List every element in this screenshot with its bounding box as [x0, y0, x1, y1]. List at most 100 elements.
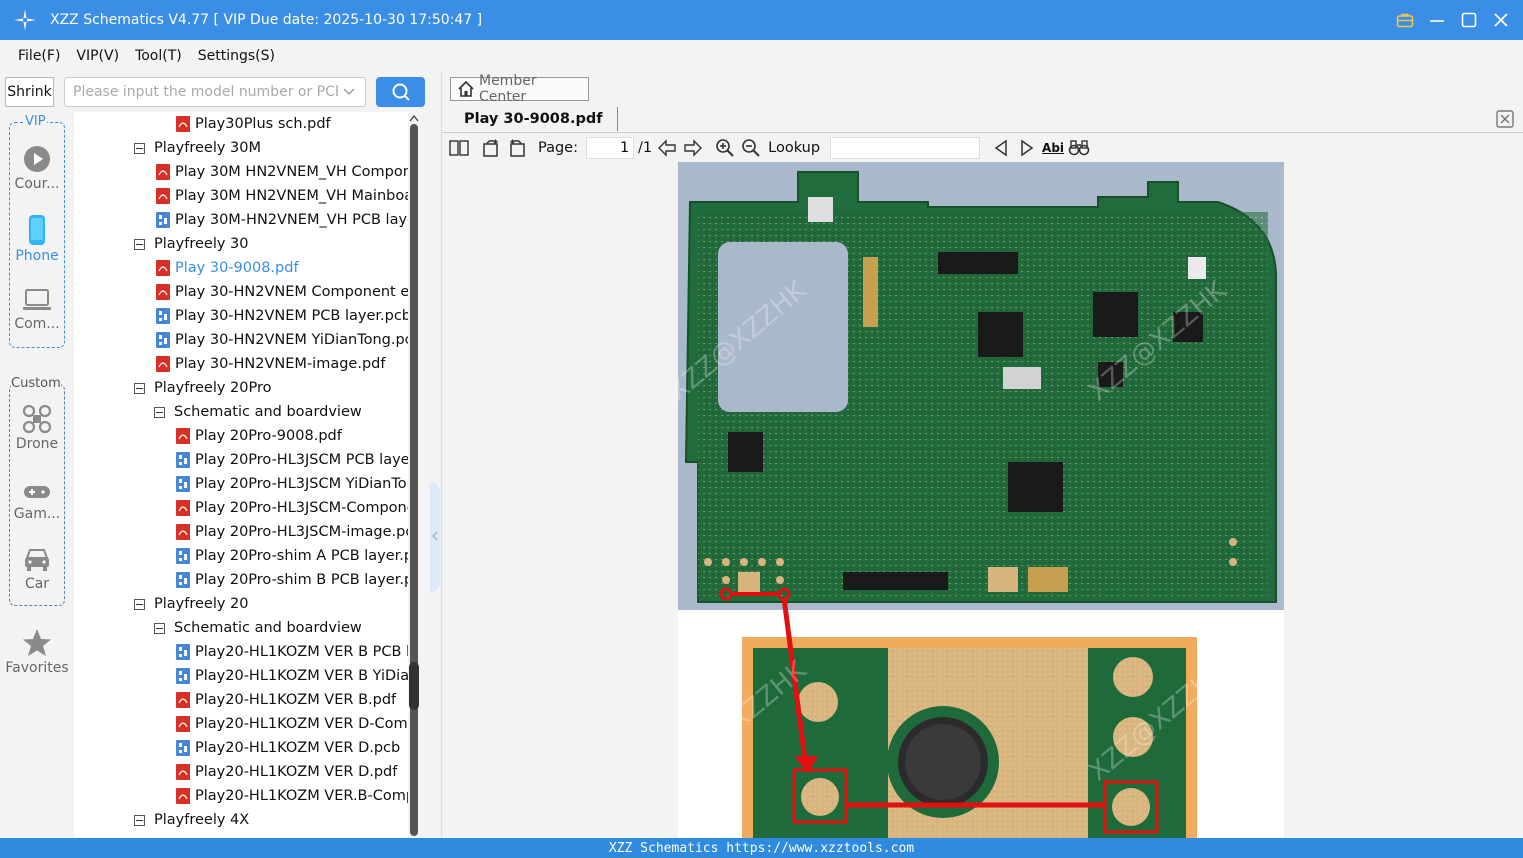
- search-button[interactable]: [376, 77, 425, 107]
- sidebar-item-games[interactable]: Gam...: [0, 478, 74, 522]
- pdf-file-icon: [176, 524, 190, 540]
- tree-file[interactable]: Play 20Pro-HL3JSCM YiDianTong: [176, 472, 408, 496]
- pcb-file-icon: [176, 548, 190, 564]
- tree-item-label: Play 30-HN2VNEM YiDianTong.pcb: [175, 332, 408, 348]
- tree-folder[interactable]: Playfreely 4X: [134, 808, 249, 832]
- collapse-toggle-icon[interactable]: [134, 814, 145, 826]
- two-page-view-icon[interactable]: [448, 137, 470, 159]
- sidebar-item-phone[interactable]: Phone: [0, 214, 74, 264]
- tree-file[interactable]: Play 20Pro-HL3JSCM-image.pdf: [176, 520, 408, 544]
- collapse-toggle-icon[interactable]: [134, 238, 145, 250]
- pcb-file-icon: [176, 740, 190, 756]
- maximize-button[interactable]: [1459, 10, 1479, 30]
- tree-folder[interactable]: Playfreely 30: [134, 232, 249, 256]
- lookup-input[interactable]: [830, 137, 981, 159]
- next-page-icon[interactable]: [682, 137, 704, 159]
- tree-folder[interactable]: Schematic and boardview: [154, 616, 362, 640]
- collapse-toggle-icon[interactable]: [154, 622, 165, 634]
- tree-item-label: Play 30M HN2VNEM_VH Component: [175, 164, 408, 180]
- rotate-left-icon[interactable]: [480, 137, 502, 159]
- tree-file[interactable]: Play20-HL1KOZM VER D.pdf: [176, 760, 397, 784]
- tree-folder[interactable]: Playfreely 20Pro: [134, 376, 272, 400]
- tree-file[interactable]: Play 20Pro-shim A PCB layer.pcb: [176, 544, 408, 568]
- pdf-file-icon: [176, 116, 190, 132]
- tree-folder[interactable]: Schematic and boardview: [154, 400, 362, 424]
- tree-file[interactable]: Play20-HL1KOZM VER D-Component: [176, 712, 408, 736]
- member-center-button[interactable]: Member Center: [450, 73, 589, 105]
- tree-file[interactable]: Play 30-9008.pdf: [156, 256, 299, 280]
- tab-document[interactable]: Play 30-9008.pdf: [450, 107, 618, 131]
- zoom-in-icon[interactable]: [714, 137, 736, 159]
- close-button[interactable]: [1491, 10, 1511, 30]
- tree-file[interactable]: Play 20Pro-9008.pdf: [176, 424, 342, 448]
- tree-file[interactable]: Play 30-HN2VNEM YiDianTong.pcb: [156, 328, 408, 352]
- close-tab-button[interactable]: [1496, 110, 1514, 128]
- collapse-toggle-icon[interactable]: [154, 406, 165, 418]
- tree-file[interactable]: Play 30M-HN2VNEM_VH PCB layer: [156, 208, 408, 232]
- find-next-icon[interactable]: [1016, 137, 1038, 159]
- pane-splitter[interactable]: [430, 482, 440, 592]
- sidebar-item-label: Drone: [15, 436, 59, 452]
- menu-settings[interactable]: Settings(S): [198, 48, 275, 64]
- sidebar-item-favorites[interactable]: Favorites: [0, 628, 74, 676]
- tree-file[interactable]: Play 20Pro-HL3JSCM PCB layer.pcb: [176, 448, 408, 472]
- sidebar-item-label: Phone: [15, 248, 59, 264]
- tree-item-label: Playfreely 4X: [154, 812, 250, 828]
- tree-file[interactable]: Play20-HL1KOZM VER B YiDianTong: [176, 664, 408, 688]
- collapse-toggle-icon[interactable]: [134, 598, 145, 610]
- tree-scrollbar[interactable]: [408, 112, 420, 838]
- zoom-out-icon[interactable]: [740, 137, 762, 159]
- find-previous-icon[interactable]: [990, 137, 1012, 159]
- tree-file[interactable]: Play 20Pro-shim B PCB layer.pcb: [176, 568, 408, 592]
- match-case-button[interactable]: Abi: [1042, 137, 1064, 159]
- tree-file[interactable]: Play 30M HN2VNEM_VH Mainboard: [156, 184, 408, 208]
- viewer-toolbar: Page: /1 Lookup Abi: [442, 134, 1523, 162]
- tree-folder[interactable]: Playfreely 20: [134, 592, 249, 616]
- tree-item-label: Play20-HL1KOZM VER B YiDianTong: [195, 668, 408, 684]
- window-title: XZZ Schematics V4.77 [ VIP Due date: 202…: [50, 12, 483, 28]
- tree-item-label: Play 30M HN2VNEM_VH Mainboard: [175, 188, 408, 204]
- tree-file[interactable]: Play20-HL1KOZM VER.B-Component: [176, 784, 408, 808]
- sidebar-item-computer[interactable]: Com...: [0, 286, 74, 332]
- tree-item-label: Play 20Pro-shim A PCB layer.pcb: [195, 548, 408, 564]
- pdf-file-icon: [176, 500, 190, 516]
- pcb-file-icon: [156, 332, 170, 348]
- prev-page-icon[interactable]: [656, 137, 678, 159]
- tree-file[interactable]: Play20-HL1KOZM VER B PCB layer: [176, 640, 408, 664]
- tree-folder[interactable]: Playfreely 30M: [134, 136, 261, 160]
- tree-file[interactable]: Play 30-HN2VNEM PCB layer.pcb: [156, 304, 408, 328]
- tree-file[interactable]: Play 30-HN2VNEM-image.pdf: [156, 352, 385, 376]
- search-input[interactable]: [73, 84, 338, 100]
- sidebar-item-courses[interactable]: Cour...: [0, 144, 74, 192]
- menu-tool[interactable]: Tool(T): [135, 48, 182, 64]
- vip-bag-icon[interactable]: [1395, 10, 1415, 30]
- title-bar: XZZ Schematics V4.77 [ VIP Due date: 202…: [0, 0, 1523, 40]
- page-number-input[interactable]: [586, 137, 634, 159]
- tree-file[interactable]: Play 30M HN2VNEM_VH Component: [156, 160, 408, 184]
- chevron-down-icon[interactable]: [343, 85, 355, 100]
- collapse-toggle-icon[interactable]: [134, 142, 145, 154]
- document-viewer[interactable]: XZZ@XZZHK XZZ@XZZHK XZZ@XZZHK XZZ@XZZHK: [442, 162, 1523, 838]
- rotate-right-icon[interactable]: [506, 137, 528, 159]
- menu-file[interactable]: File(F): [18, 48, 60, 64]
- tree-file[interactable]: Play 20Pro-HL3JSCM-Component: [176, 496, 408, 520]
- menu-vip[interactable]: VIP(V): [76, 48, 119, 64]
- search-combobox[interactable]: [64, 77, 366, 107]
- pdf-file-icon: [156, 260, 170, 276]
- scroll-track[interactable]: [410, 124, 418, 836]
- binoculars-icon[interactable]: [1068, 137, 1090, 159]
- tree-file[interactable]: Play20-HL1KOZM VER D.pcb: [176, 736, 400, 760]
- tree-item-label: Play 30-9008.pdf: [175, 260, 299, 276]
- sidebar-item-drone[interactable]: Drone: [0, 404, 74, 452]
- minimize-button[interactable]: [1427, 10, 1447, 30]
- tree-item-label: Play 20Pro-9008.pdf: [195, 428, 342, 444]
- tree-file[interactable]: Play30Plus sch.pdf: [176, 112, 331, 136]
- collapse-toggle-icon[interactable]: [134, 382, 145, 394]
- tree-file[interactable]: Play 30-HN2VNEM Component exp: [156, 280, 408, 304]
- custom-group-label: Custom: [11, 376, 61, 391]
- sidebar-item-car[interactable]: Car: [0, 546, 74, 592]
- app-logo-icon: [0, 0, 50, 40]
- scroll-thumb[interactable]: [409, 662, 419, 710]
- shrink-button[interactable]: Shrink: [5, 77, 54, 107]
- tree-file[interactable]: Play20-HL1KOZM VER B.pdf: [176, 688, 396, 712]
